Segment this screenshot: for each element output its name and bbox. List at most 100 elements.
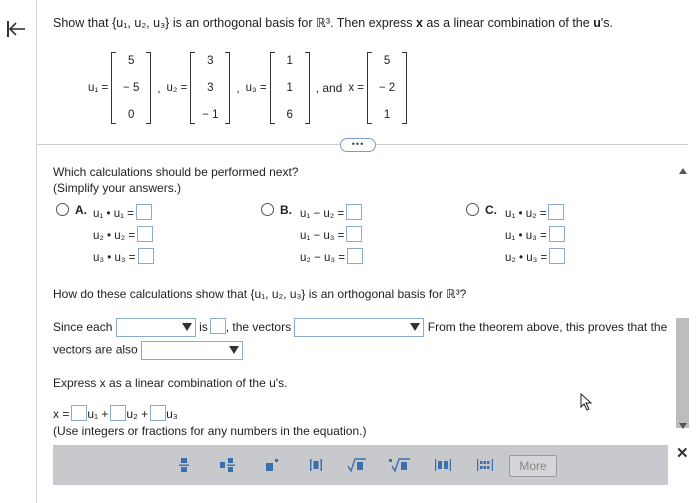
- scrollbar-thumb[interactable]: [676, 318, 689, 428]
- part2-row1: Since each is , the vectors From the theo…: [53, 318, 668, 338]
- chevron-down-icon: [410, 323, 421, 332]
- decimal-icon[interactable]: [429, 455, 457, 475]
- part3-question: Express x as a linear combination of the…: [53, 376, 288, 390]
- option-b-line-1: u₁ − u₂ =: [300, 204, 363, 220]
- option-a-line-1: u₁ • u₁ =: [93, 204, 152, 220]
- answer-box[interactable]: [135, 204, 152, 220]
- calc-label: u₃ • u₃ =: [93, 252, 136, 264]
- option-c-letter: C.: [485, 203, 497, 217]
- expand-more-button[interactable]: •••: [340, 138, 376, 152]
- calc-label: u₂ • u₃ =: [505, 252, 548, 264]
- mixed-number-icon[interactable]: [214, 455, 242, 475]
- x-equals: x =: [53, 407, 70, 421]
- option-a-radio[interactable]: [56, 203, 69, 216]
- answer-box[interactable]: [548, 226, 565, 242]
- answer-box[interactable]: [346, 226, 363, 242]
- answer-box[interactable]: [346, 248, 363, 264]
- answer-box[interactable]: [209, 318, 226, 334]
- calc-label: u₁ − u₃ =: [300, 230, 345, 242]
- prompt-suffix2: as a linear combination of the: [426, 16, 590, 30]
- chevron-down-icon: [181, 323, 192, 332]
- coefficient-1-box[interactable]: [71, 405, 88, 421]
- vector-u3: u₃ = 1 1 6: [246, 52, 310, 124]
- vector-x-label: x =: [348, 82, 365, 94]
- prompt-suffix3: 's.: [600, 16, 613, 30]
- scroll-up-icon[interactable]: [679, 168, 687, 174]
- vectors-dropdown[interactable]: [294, 318, 425, 338]
- term-u1: u₁ +: [87, 407, 109, 421]
- option-b-radio[interactable]: [261, 203, 274, 216]
- term-u3: u₃: [166, 407, 178, 421]
- vector-entry: 1: [383, 109, 391, 121]
- calc-label: u₂ • u₂ =: [93, 230, 136, 242]
- math-toolbar: More: [53, 445, 668, 485]
- the-vectors-text: , the vectors: [225, 320, 292, 334]
- vector-entry: − 5: [123, 82, 140, 94]
- prompt-x: x: [415, 16, 423, 30]
- since-each-text: Since each: [53, 320, 113, 334]
- option-c-line-3: u₂ • u₃ =: [505, 248, 566, 264]
- vector-entry: 5: [383, 55, 391, 67]
- theorem-text: From the theorem above, this proves that…: [427, 320, 668, 334]
- vector-entry: 5: [127, 55, 135, 67]
- option-a-line-3: u₃ • u₃ =: [93, 248, 154, 264]
- vector-u3-label: u₃ =: [245, 82, 267, 94]
- collapse-back-icon[interactable]: [5, 18, 27, 40]
- since-each-dropdown[interactable]: [115, 318, 196, 338]
- comma: ,: [157, 81, 161, 95]
- scroll-down-icon[interactable]: [679, 423, 687, 429]
- vector-u1: u₁ = 5 − 5 0: [88, 52, 152, 124]
- vectors-also-text: vectors are also: [53, 342, 138, 357]
- comma: ,: [236, 81, 240, 95]
- vector-u2-label: u₂ =: [166, 82, 188, 94]
- calc-label: u₂ − u₃ =: [300, 252, 345, 264]
- answer-box[interactable]: [137, 248, 154, 264]
- answer-box[interactable]: [137, 226, 154, 242]
- more-button[interactable]: More: [509, 455, 557, 477]
- option-a-line-2: u₂ • u₂ =: [93, 226, 154, 242]
- coefficient-3-box[interactable]: [150, 405, 167, 421]
- nth-root-icon[interactable]: [386, 455, 414, 475]
- vector-entry: 3: [207, 55, 214, 67]
- vector-x: x = 5 − 2 1: [348, 52, 408, 124]
- left-divider: [36, 0, 37, 503]
- calc-label: u₁ • u₁ =: [93, 208, 134, 220]
- option-b[interactable]: B.: [261, 203, 300, 217]
- sqrt-icon[interactable]: [343, 455, 371, 475]
- fraction-icon[interactable]: [170, 455, 198, 475]
- answer-box[interactable]: [346, 204, 363, 220]
- vector-entry: 1: [286, 55, 293, 67]
- option-b-line-2: u₁ − u₃ =: [300, 226, 363, 242]
- prompt-set: {u₁, u₂, u₃}: [112, 16, 170, 30]
- mouse-cursor-icon: [580, 392, 594, 414]
- question-prompt: Show that {u₁, u₂, u₃} is an orthogonal …: [53, 15, 613, 30]
- vector-entry: − 1: [202, 109, 219, 121]
- coefficient-2-box[interactable]: [110, 405, 127, 421]
- linear-combination-equation: x = u₁ + u₂ + u₃: [53, 405, 178, 421]
- prompt-space: ℝ³: [315, 16, 331, 30]
- vector-definitions: u₁ = 5 − 5 0 , u₂ = 3 3 − 1 , u₃ = 1 1 6 , and…: [88, 52, 408, 124]
- vector-entry: 6: [286, 109, 293, 121]
- chevron-down-icon: [229, 346, 240, 354]
- option-c[interactable]: C.: [466, 203, 505, 217]
- exponent-icon[interactable]: [258, 455, 286, 475]
- is-text: is: [199, 320, 208, 334]
- vector-entry: − 2: [378, 82, 396, 94]
- part1-question: Which calculations should be performed n…: [53, 164, 298, 196]
- vector-u2: u₂ = 3 3 − 1: [167, 52, 231, 124]
- option-a[interactable]: A.: [56, 203, 95, 217]
- vector-entry: 0: [127, 109, 135, 121]
- absolute-value-icon[interactable]: [302, 455, 330, 475]
- prompt-u: u: [593, 16, 601, 30]
- close-icon[interactable]: ✕: [676, 444, 689, 462]
- option-c-radio[interactable]: [466, 203, 479, 216]
- vectors-also-dropdown[interactable]: [141, 341, 244, 360]
- answer-box[interactable]: [549, 248, 566, 264]
- option-c-line-2: u₁ • u₃ =: [505, 226, 565, 242]
- part2-question: How do these calculations show that {u₁,…: [53, 287, 467, 301]
- vector-entry: 3: [207, 82, 214, 94]
- option-b-line-3: u₂ − u₃ =: [300, 248, 363, 264]
- answer-box[interactable]: [548, 204, 565, 220]
- matrix-icon[interactable]: [471, 455, 499, 475]
- calc-label: u₁ • u₂ =: [505, 208, 547, 220]
